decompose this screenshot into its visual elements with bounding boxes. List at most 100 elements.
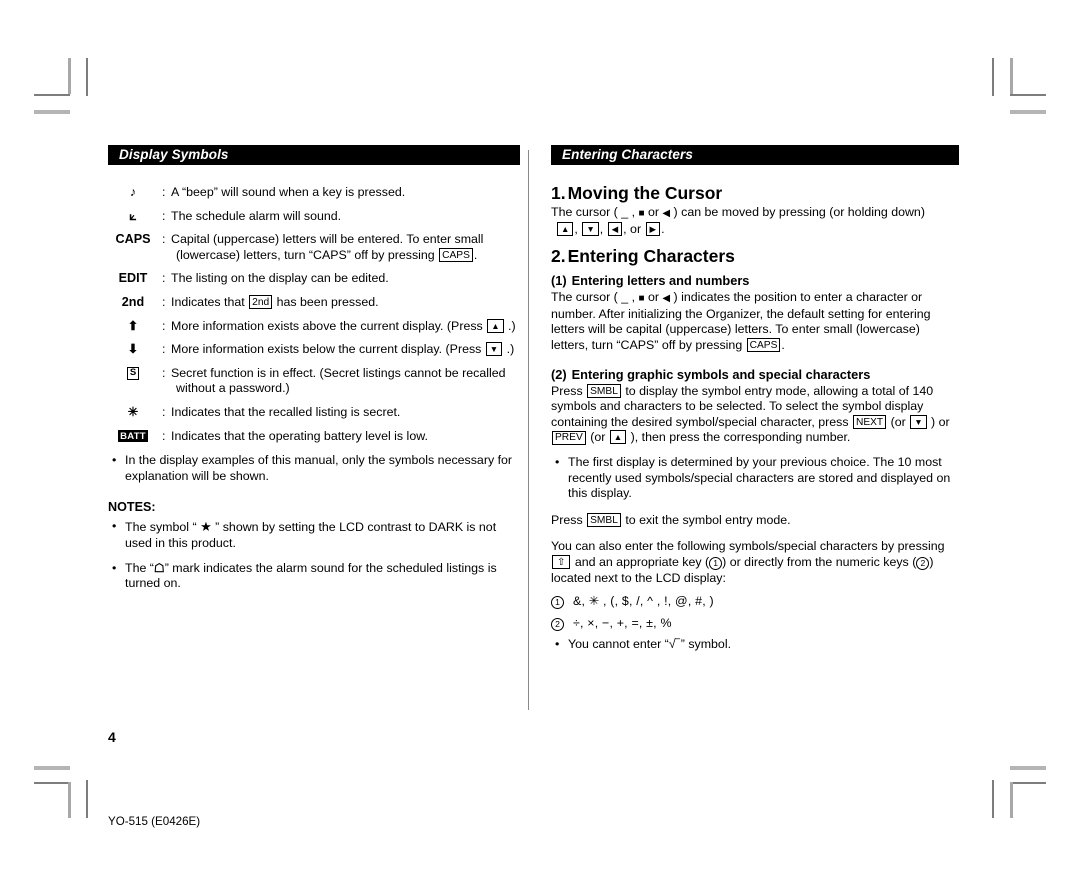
text: ” symbol. [680,637,732,652]
list-items: &, ✳ , (, $, /, ^ , !, @, #, ) [573,594,714,609]
circled-number-1: 1 [551,596,564,610]
key-arrow-down[interactable]: ▼ [582,221,599,236]
colon: : [162,365,166,380]
text: The cursor ( _ , [551,290,639,305]
colon: : [162,271,166,286]
crop-mark-top-left [24,58,94,114]
colon: : [162,232,166,247]
text: ) or [927,414,950,429]
symbol-row: EDIT : The listing on the display can be … [108,271,520,287]
battery-low-icon: BATT [108,429,162,445]
text: Press [551,512,587,527]
caps-label: CAPS [115,232,151,247]
bullet-display-examples: • In the display examples of this manual… [108,453,520,484]
key-arrow-left[interactable]: ◀ [607,221,623,236]
symbol-list-row: 1 &, ✳ , (, $, /, ^ , !, @, #, ) [551,594,959,610]
text: The cursor ( _ , [551,205,639,219]
key-caps[interactable]: CAPS [746,338,781,353]
text: (or [586,430,609,445]
key-next[interactable]: NEXT [852,415,887,430]
crop-mark-bottom-left [24,766,94,821]
arrow-down-icon: ⬇ [127,342,139,357]
key-smbl[interactable]: SMBL [587,384,621,399]
right-column: Entering Characters 1. Moving the Cursor … [551,145,959,653]
heading-entering-graphic-symbols: (2) Entering graphic symbols and special … [551,367,959,383]
symbol-description: Indicates that the operating battery lev… [171,428,428,443]
left-column: Display Symbols ♪ : A “beep” will sound w… [108,145,520,592]
paragraph-exit-symbol-mode: Press SMBL to exit the symbol entry mode… [551,513,959,529]
symbol-description: Capital (uppercase) letters will be ente… [171,232,484,247]
key-prev[interactable]: PREV [552,430,586,445]
key-arrow-down[interactable]: ▼ [485,342,503,357]
text: ) or directly from the numeric keys ( [722,554,917,569]
symbol-description: The listing on the display can be edited… [171,271,389,286]
circled-number-2: 2 [551,617,564,631]
symbol-description-end: has been pressed. [273,294,379,309]
heading-entering-letters-numbers: (1) Entering letters and numbers [551,273,959,289]
bullet-cannot-enter-sqrt: • You cannot enter “√‾” symbol. [551,637,959,653]
period: . [473,247,478,262]
colon: : [162,342,166,357]
period: . [661,221,665,236]
edit-label: EDIT [118,271,148,286]
key-arrow-down[interactable]: ▼ [910,414,927,429]
symbol-description: Indicates that the recalled listing is s… [171,404,401,419]
alarm-mark-icon: ☖ [153,560,165,575]
crop-mark-top-right [986,58,1056,114]
symbol-description: The schedule alarm will sound. [171,208,342,223]
cursor-arrow-icon: ◀ [662,208,671,219]
text: and an appropriate key ( [571,554,710,569]
paragraph-symbol-entry-mode: Press SMBL to display the symbol entry m… [551,384,959,446]
sep: , or [623,221,645,236]
symbol-row: ⬇ : More information exists below the cur… [108,342,520,358]
alarm-bell-icon: ⟀ [129,208,137,223]
symbol-row: S : Secret function is in effect. (Secret… [108,366,520,397]
note-item: • The symbol “ ★ ” shown by setting the … [108,519,520,551]
footer-model-code: YO-515 (E0426E) [108,815,201,828]
key-arrow-up[interactable]: ▲ [487,318,504,333]
symbol-description-end: .) [504,318,516,333]
text: You cannot enter “ [568,637,669,652]
text: ), then press the corresponding number. [627,430,851,445]
text: Press [551,383,587,398]
colon: : [162,294,166,309]
symbol-row: CAPS : Capital (uppercase) letters will b… [108,232,520,263]
key-2nd[interactable]: 2nd [249,295,273,310]
note-text-a: The “ [125,560,154,575]
symbol-row: BATT : Indicates that the operating batte… [108,429,520,445]
note-icon: ♪ [129,185,137,199]
text: or [644,290,663,305]
symbol-description: More information exists above the curren… [171,318,487,333]
heading-number: (2) [551,366,567,382]
key-smbl[interactable]: SMBL [587,513,621,528]
bullet-text: In the display examples of this manual, … [125,453,513,483]
heading-text: Entering Characters [567,246,735,267]
section-banner-display-symbols: Display Symbols [108,145,520,165]
shift-key-icon[interactable]: ⇧ [552,555,571,570]
symbol-description: Secret function is in effect. (Secret li… [171,365,506,380]
key-arrow-up[interactable]: ▲ [609,430,627,445]
bullet-dot: • [555,637,560,652]
key-caps[interactable]: CAPS [439,248,473,263]
paragraph-shortcut-symbols: You can also enter the following symbols… [551,539,959,586]
symbol-description: More information exists below the curren… [171,342,485,357]
battery-badge: BATT [117,430,149,443]
second-label: 2nd [121,294,145,309]
bullet-text: The first display is determined by your … [568,454,951,501]
symbol-row: 2nd : Indicates that 2nd has been pressed… [108,295,520,311]
circled-number-2: 2 [916,556,930,570]
text: (or [887,414,910,429]
heading-text: Moving the Cursor [567,183,723,203]
page-number: 4 [108,729,116,745]
heading-number: 2. [551,246,566,267]
paragraph-entering-letters: The cursor ( _ , ■ or ◀ ) indicates the … [551,290,959,353]
sqrt-icon: √‾ [668,637,680,652]
key-arrow-right[interactable]: ▶ [645,221,661,236]
notes-heading: NOTES: [108,500,156,515]
sep: , [574,221,582,236]
key-arrow-up[interactable]: ▲ [557,221,574,236]
heading-number: 1. [551,183,566,203]
column-divider [528,150,529,710]
bullet-first-display: • The first display is determined by you… [551,455,959,502]
symbol-description-cont: without a password.) [176,381,290,396]
